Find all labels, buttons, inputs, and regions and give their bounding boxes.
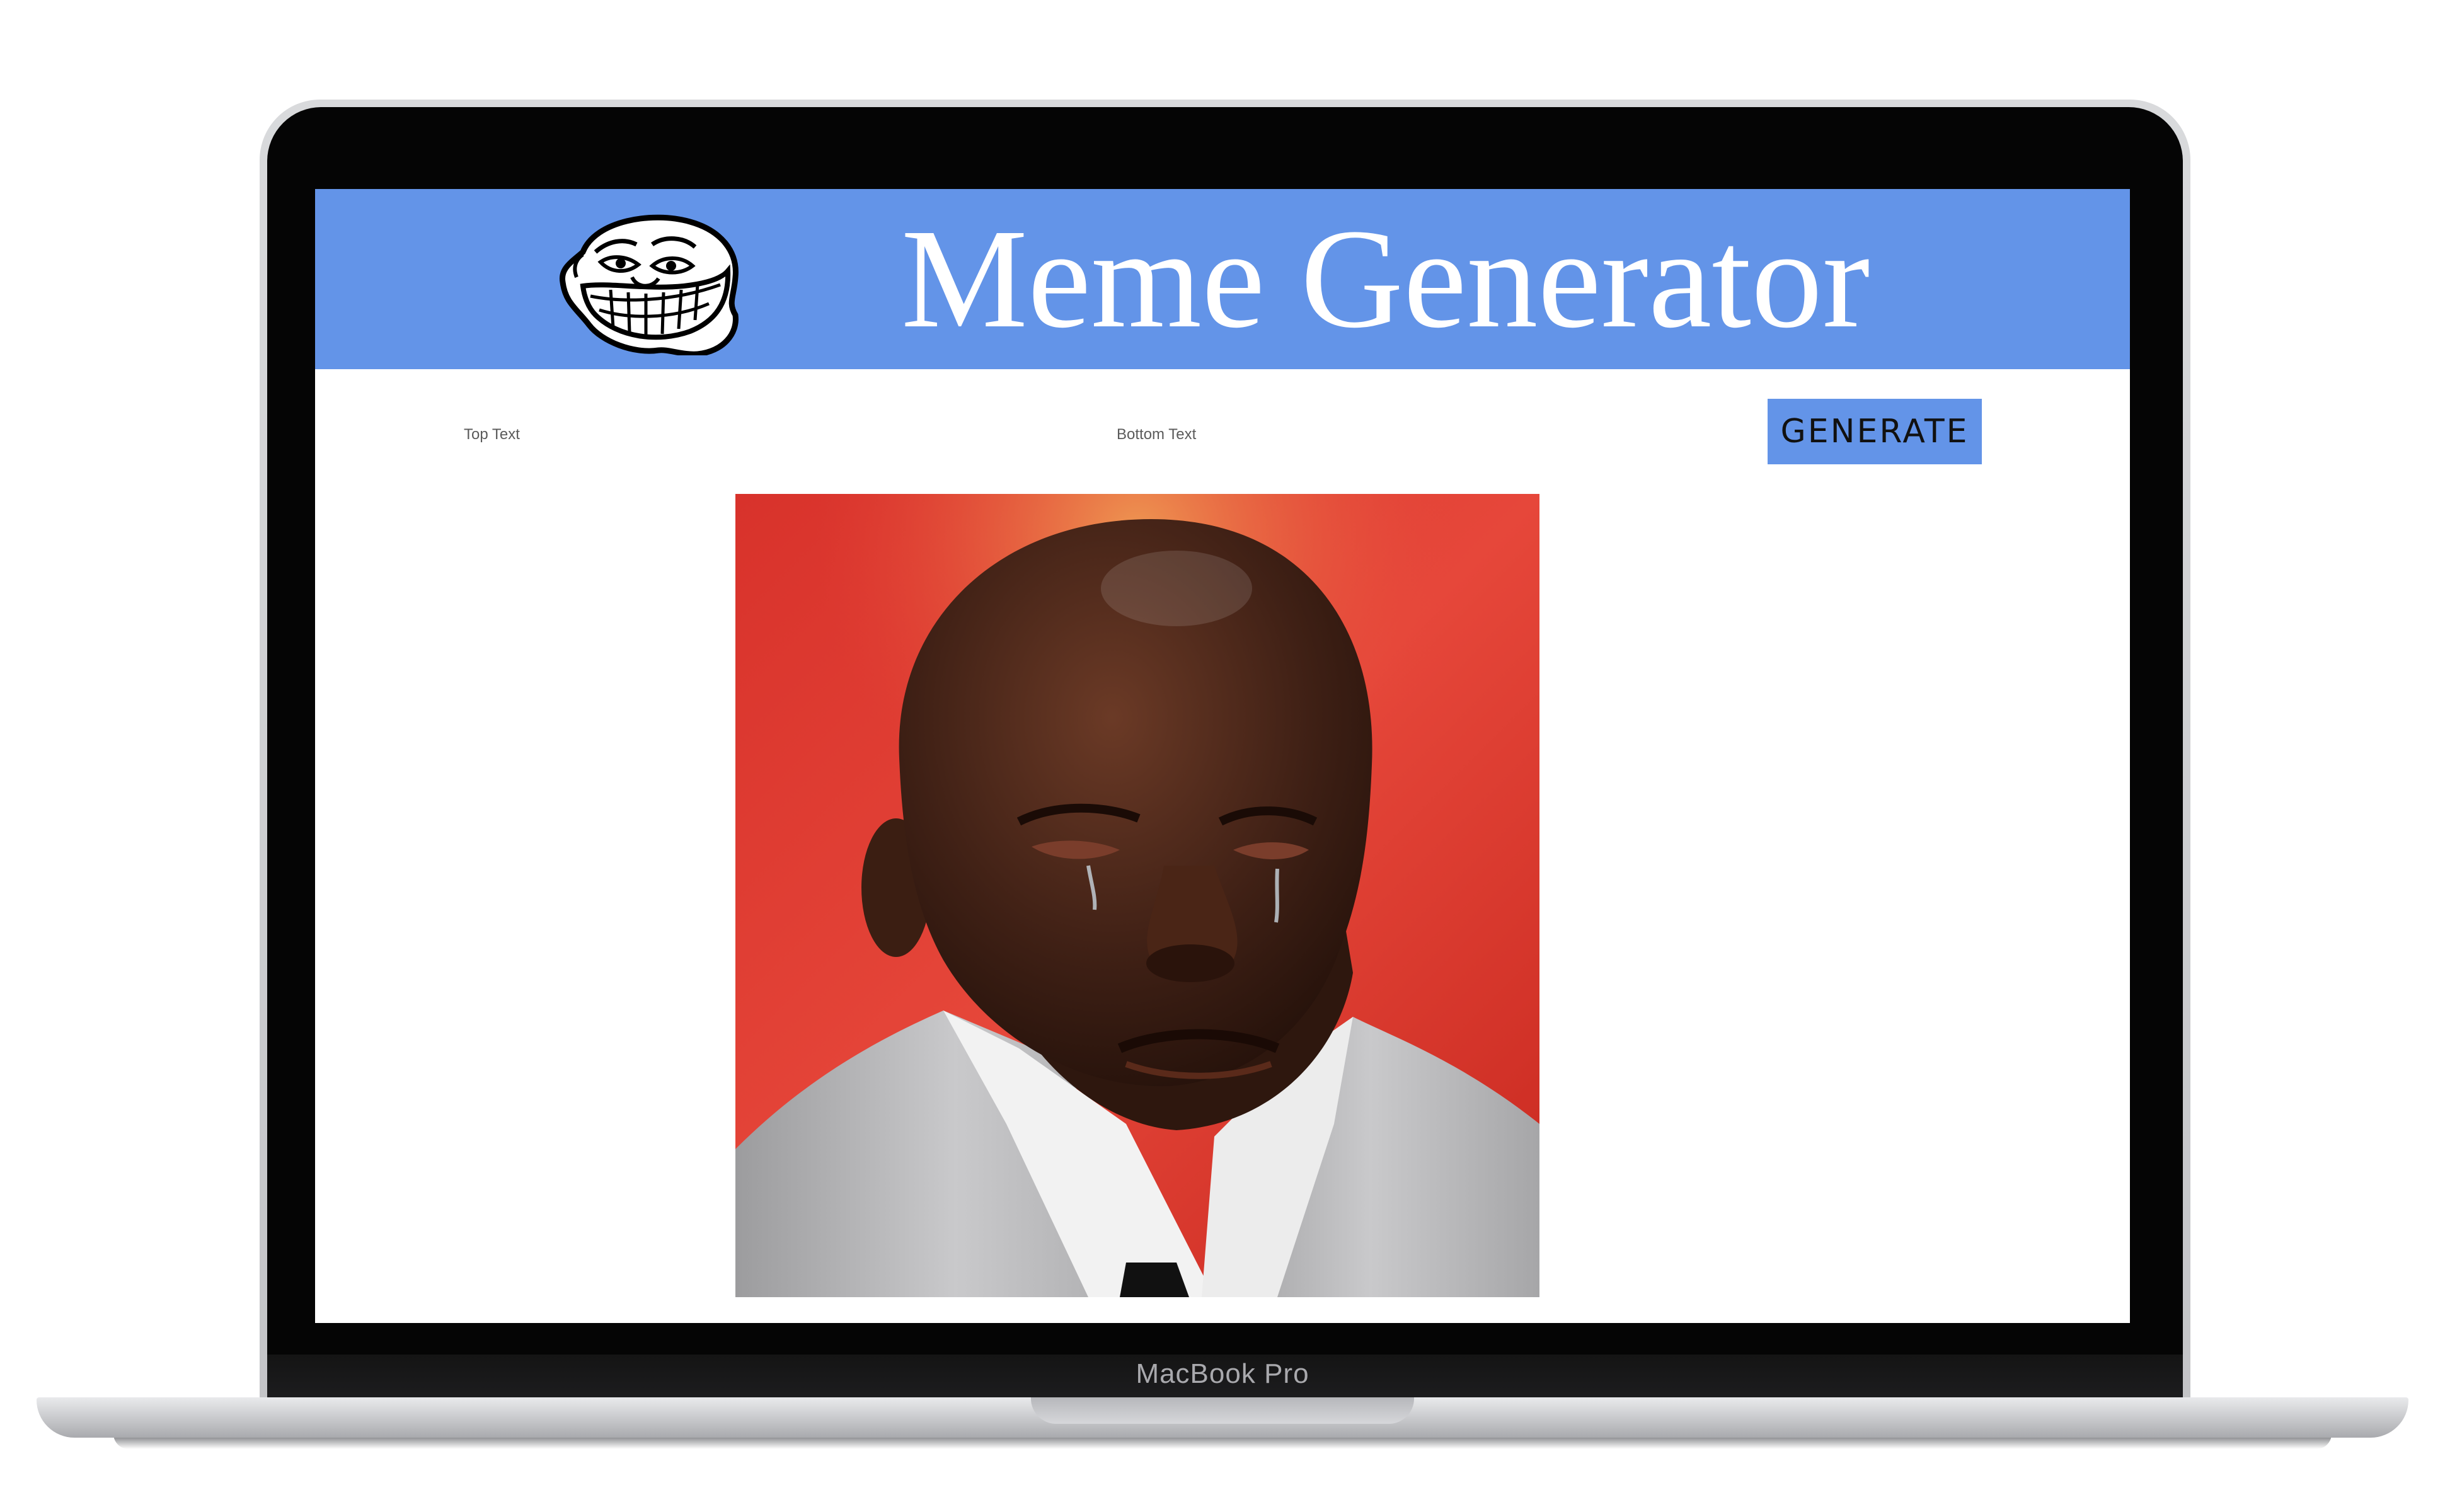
device-label: MacBook Pro bbox=[1136, 1358, 1309, 1389]
top-text-input[interactable] bbox=[464, 410, 867, 460]
page-title: Meme Generator bbox=[901, 200, 1870, 357]
generate-button[interactable]: GENERATE bbox=[1768, 399, 1982, 464]
app-header: Meme Generator bbox=[315, 189, 2130, 369]
app-screen: Meme Generator GENERATE bbox=[315, 189, 2130, 1323]
laptop-thumb-notch bbox=[1031, 1397, 1414, 1424]
troll-face-icon bbox=[559, 214, 739, 355]
meme-image bbox=[735, 494, 1539, 1297]
bottom-text-input[interactable] bbox=[1117, 410, 1520, 460]
